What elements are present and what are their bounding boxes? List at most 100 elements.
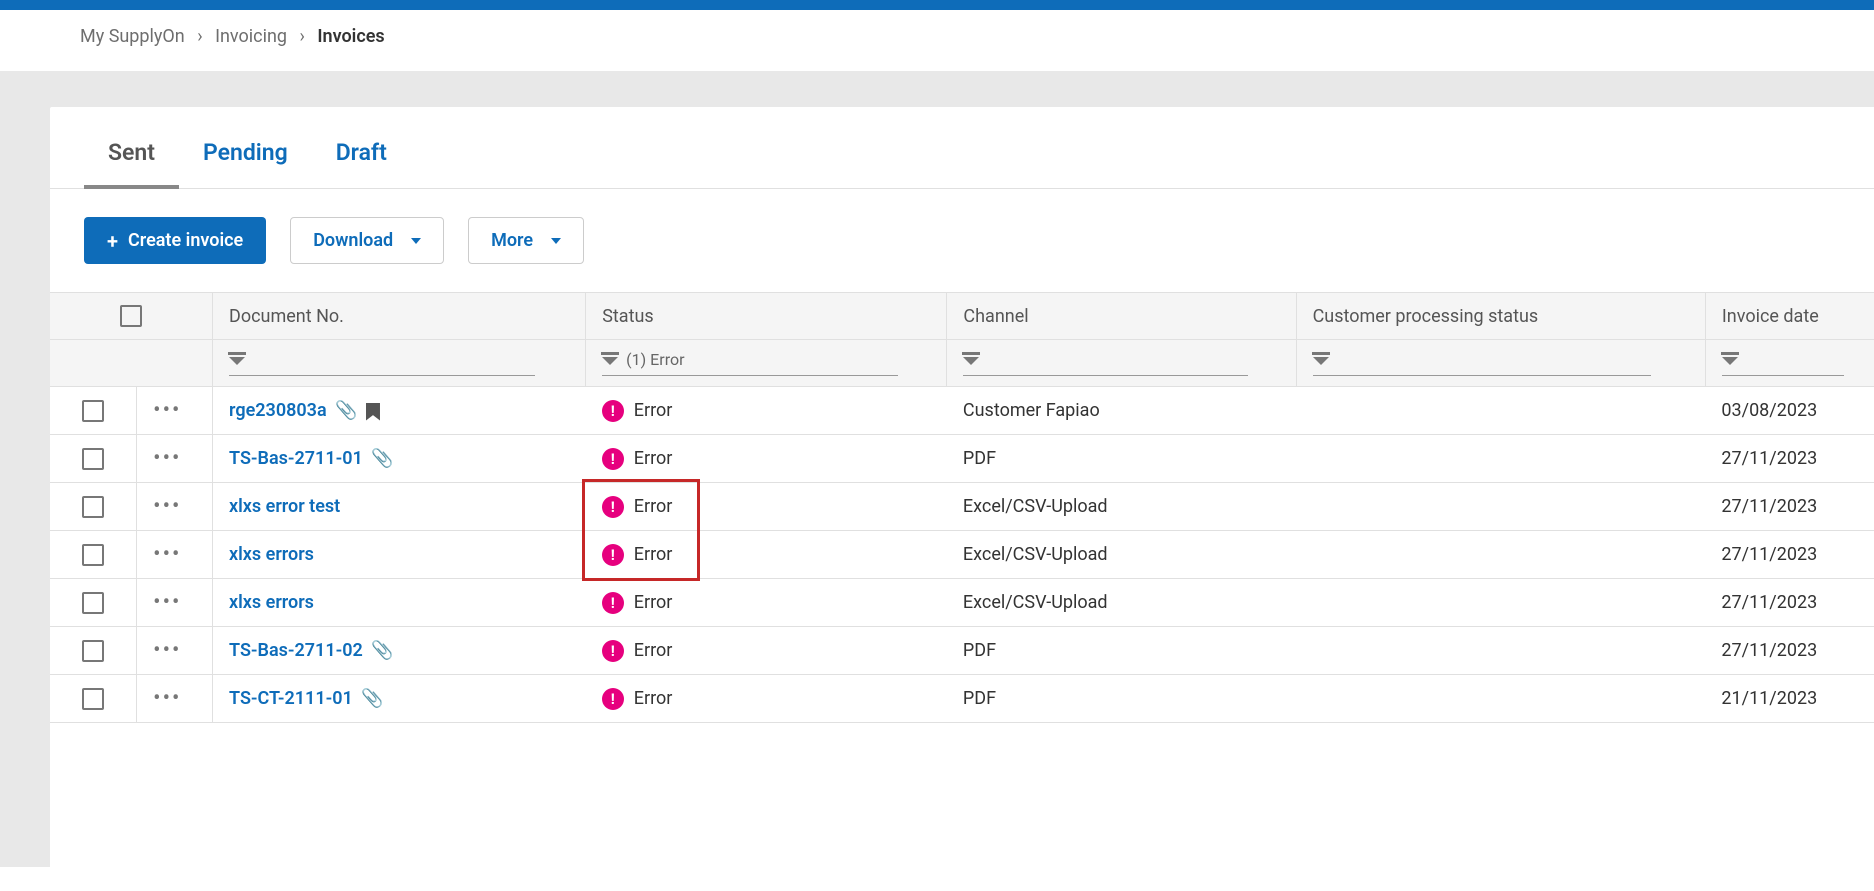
row-actions-menu[interactable]: ••• (153, 686, 181, 711)
document-link[interactable]: TS-CT-2111-01 (229, 688, 353, 709)
table-row: •••TS-CT-2111-01 📎!ErrorPDF21/11/2023 (50, 675, 1874, 723)
row-actions-menu[interactable]: ••• (153, 494, 181, 519)
filter-date[interactable] (1705, 340, 1874, 387)
row-actions-menu[interactable]: ••• (153, 446, 181, 471)
filter-icon (602, 357, 618, 365)
breadcrumb-root[interactable]: My SupplyOn (80, 26, 185, 47)
caret-down-icon (551, 238, 561, 244)
filter-channel[interactable] (947, 340, 1296, 387)
cps-cell (1296, 483, 1705, 531)
error-icon: ! (602, 544, 624, 566)
create-invoice-button[interactable]: + Create invoice (84, 217, 266, 264)
row-actions-cell: ••• (137, 531, 213, 579)
row-checkbox[interactable] (82, 592, 104, 614)
filter-icon (229, 357, 245, 365)
more-button[interactable]: More (468, 217, 584, 264)
table-row: •••rge230803a 📎 !ErrorCustomer Fapiao03/… (50, 387, 1874, 435)
row-checkbox-cell (50, 579, 137, 627)
filter-cps[interactable] (1296, 340, 1705, 387)
caret-down-icon (411, 238, 421, 244)
document-link[interactable]: TS-Bas-2711-01 (229, 448, 363, 469)
status-cell: ! Error (586, 531, 947, 579)
cps-cell (1296, 627, 1705, 675)
col-document-no[interactable]: Document No. (213, 293, 586, 340)
tabs-bar: Sent Pending Draft (50, 107, 1874, 189)
cps-cell (1296, 435, 1705, 483)
cps-cell (1296, 579, 1705, 627)
error-icon: ! (602, 496, 624, 518)
bookmark-icon (366, 403, 380, 421)
col-status[interactable]: Status (586, 293, 947, 340)
invoices-table: Document No. Status Channel Customer pro… (50, 292, 1874, 723)
tab-draft[interactable]: Draft (312, 107, 411, 188)
row-checkbox[interactable] (82, 448, 104, 470)
channel-cell: Customer Fapiao (947, 387, 1296, 435)
status-text: Error (634, 496, 673, 517)
attachment-icon: 📎 (371, 640, 393, 661)
breadcrumb-current: Invoices (317, 26, 384, 47)
row-checkbox-cell (50, 627, 137, 675)
plus-icon: + (107, 231, 118, 251)
invoice-date-cell: 27/11/2023 (1705, 435, 1874, 483)
row-checkbox-cell (50, 435, 137, 483)
table-header-row: Document No. Status Channel Customer pro… (50, 293, 1874, 340)
status-cell: !Error (586, 675, 947, 723)
table-filter-row: (1) Error (50, 340, 1874, 387)
document-link[interactable]: xlxs errors (229, 544, 314, 565)
document-no-cell: TS-Bas-2711-02 📎 (213, 627, 586, 675)
breadcrumb-level1[interactable]: Invoicing (215, 26, 287, 47)
row-checkbox-cell (50, 531, 137, 579)
cps-cell (1296, 531, 1705, 579)
row-checkbox[interactable] (82, 640, 104, 662)
attachment-icon: 📎 (335, 400, 357, 421)
download-button[interactable]: Download (290, 217, 444, 264)
row-checkbox[interactable] (82, 400, 104, 422)
col-cps[interactable]: Customer processing status (1296, 293, 1705, 340)
filter-icon (1313, 357, 1329, 365)
select-all-checkbox[interactable] (120, 305, 142, 327)
table-row: •••TS-Bas-2711-02 📎!ErrorPDF27/11/2023 (50, 627, 1874, 675)
status-text: Error (634, 688, 673, 709)
status-cell: ! Error (586, 483, 947, 531)
row-checkbox[interactable] (82, 544, 104, 566)
row-actions-menu[interactable]: ••• (153, 398, 181, 423)
document-no-cell: rge230803a 📎 (213, 387, 586, 435)
filter-icon (1722, 357, 1738, 365)
col-channel[interactable]: Channel (947, 293, 1296, 340)
col-select (50, 293, 213, 340)
error-icon: ! (602, 400, 624, 422)
row-actions-menu[interactable]: ••• (153, 638, 181, 663)
document-link[interactable]: rge230803a (229, 400, 327, 421)
filter-icon (963, 357, 979, 365)
row-checkbox[interactable] (82, 688, 104, 710)
status-text: Error (634, 400, 673, 421)
status-text: Error (634, 544, 673, 565)
toolbar: + Create invoice Download More (50, 189, 1874, 292)
invoice-date-cell: 27/11/2023 (1705, 531, 1874, 579)
filter-status[interactable]: (1) Error (586, 340, 947, 387)
create-invoice-label: Create invoice (128, 230, 243, 251)
document-link[interactable]: xlxs error test (229, 496, 340, 517)
filter-status-value: (1) Error (626, 350, 684, 369)
row-actions-menu[interactable]: ••• (153, 542, 181, 567)
row-actions-menu[interactable]: ••• (153, 590, 181, 615)
filter-document-no[interactable] (213, 340, 586, 387)
row-actions-cell: ••• (137, 675, 213, 723)
tab-pending[interactable]: Pending (179, 107, 312, 188)
document-link[interactable]: xlxs errors (229, 592, 314, 613)
row-checkbox-cell (50, 387, 137, 435)
error-icon: ! (602, 640, 624, 662)
chevron-right-icon: › (197, 26, 202, 47)
status-text: Error (634, 640, 673, 661)
status-cell: !Error (586, 579, 947, 627)
filter-blank (50, 340, 213, 387)
row-actions-cell: ••• (137, 579, 213, 627)
row-checkbox-cell (50, 483, 137, 531)
cps-cell (1296, 675, 1705, 723)
tab-sent[interactable]: Sent (84, 107, 179, 188)
col-date[interactable]: Invoice date (1705, 293, 1874, 340)
row-checkbox[interactable] (82, 496, 104, 518)
row-checkbox-cell (50, 675, 137, 723)
invoice-date-cell: 27/11/2023 (1705, 483, 1874, 531)
document-link[interactable]: TS-Bas-2711-02 (229, 640, 363, 661)
